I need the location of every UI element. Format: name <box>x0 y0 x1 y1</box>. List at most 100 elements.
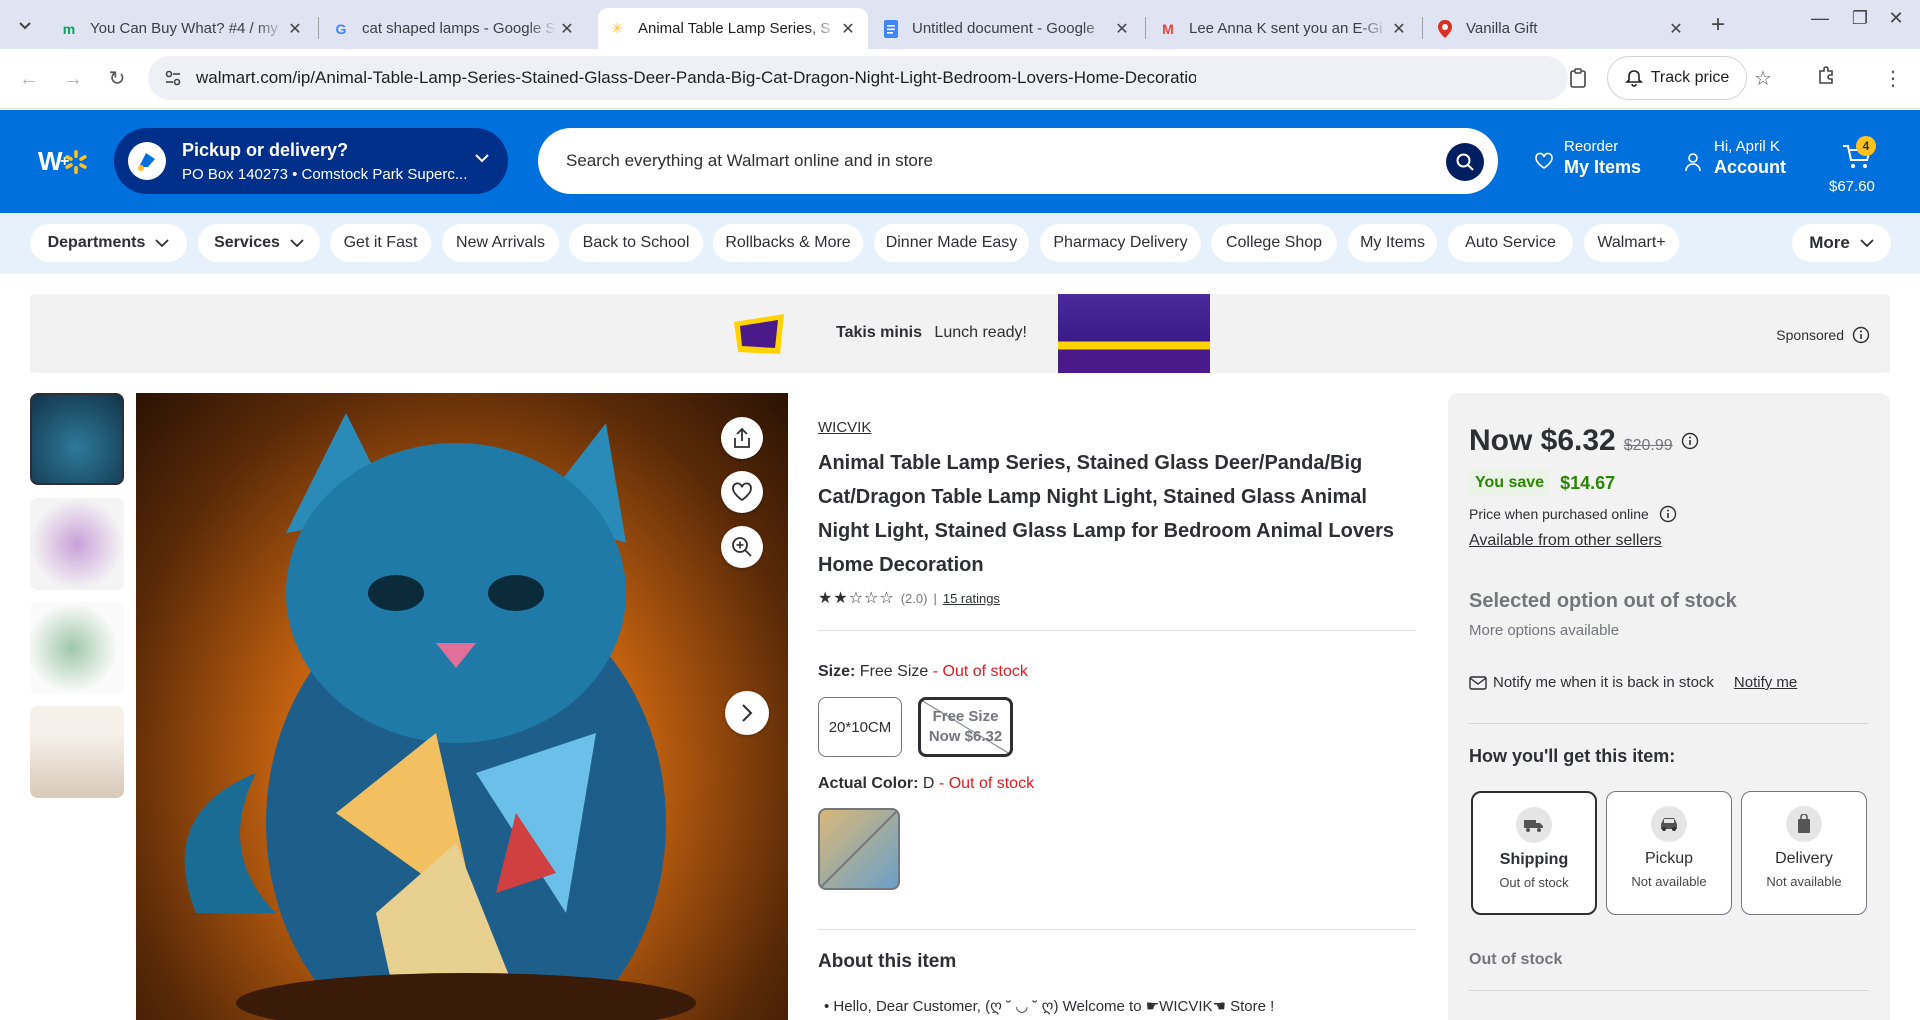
pickup-delivery-selector[interactable]: Pickup or delivery? PO Box 140273 • Coms… <box>114 128 508 194</box>
greeting-label: Hi, April K <box>1714 138 1780 155</box>
cart-button[interactable]: 4 $67.60 <box>1825 130 1895 202</box>
back-button[interactable]: ← <box>14 65 44 95</box>
chevron-down-icon <box>290 239 304 248</box>
info-icon[interactable] <box>1681 432 1699 450</box>
fulfillment-shipping[interactable]: Shipping Out of stock <box>1471 791 1597 915</box>
nav-back-to-school[interactable]: Back to School <box>569 224 703 262</box>
close-icon[interactable]: ✕ <box>1389 19 1409 39</box>
size-option-20x10cm[interactable]: 20*10CM <box>818 697 902 757</box>
reload-button[interactable]: ↻ <box>102 65 132 95</box>
track-price-button[interactable]: Track price <box>1607 56 1747 100</box>
color-status: Out of stock <box>948 775 1035 792</box>
info-icon[interactable] <box>1659 505 1677 523</box>
you-save-badge: You save <box>1469 470 1551 496</box>
nav-walmart-plus[interactable]: Walmart+ <box>1584 224 1679 262</box>
zoom-button[interactable] <box>721 526 763 568</box>
tab-search-button[interactable] <box>12 12 38 38</box>
shipping-truck-icon <box>1516 807 1552 843</box>
account-link[interactable]: Hi, April K Account <box>1684 138 1786 178</box>
departments-dropdown[interactable]: Departments <box>30 224 187 262</box>
bell-icon <box>1624 70 1643 87</box>
about-bullet: • Hello, Dear Customer, (ღ ˘ ◡ ˘ ღ) Welc… <box>824 998 1275 1015</box>
forward-button[interactable]: → <box>58 65 88 95</box>
thumbnail-3[interactable] <box>30 602 124 694</box>
services-dropdown[interactable]: Services <box>198 224 320 262</box>
url-text[interactable]: walmart.com/ip/Animal-Table-Lamp-Series-… <box>196 68 1196 88</box>
tab-1[interactable]: m You Can Buy What? #4 / my ✕ <box>50 8 315 49</box>
clipboard-icon[interactable] <box>1570 68 1586 88</box>
fulfillment-name: Shipping <box>1499 851 1569 868</box>
favorite-button[interactable] <box>721 471 763 513</box>
tab-3-active[interactable]: ✳ Animal Table Lamp Series, S ✕ <box>598 8 868 49</box>
chevron-down-icon <box>19 21 31 29</box>
cart-total: $67.60 <box>1829 178 1875 195</box>
nav-auto-service[interactable]: Auto Service <box>1448 224 1573 262</box>
delivery-bag-icon <box>1786 806 1822 842</box>
tab-5[interactable]: M Lee Anna K sent you an E-Gi ✕ <box>1149 8 1419 49</box>
nav-my-items[interactable]: My Items <box>1348 224 1437 262</box>
fulfillment-delivery[interactable]: Delivery Not available <box>1741 791 1867 915</box>
thumbnail-4[interactable] <box>30 706 124 798</box>
brand-link[interactable]: WICVIK <box>818 419 871 436</box>
more-dropdown[interactable]: More <box>1792 224 1891 262</box>
extensions-icon[interactable] <box>1812 65 1842 95</box>
tab-6[interactable]: Vanilla Gift ✕ <box>1426 8 1696 49</box>
other-sellers-link[interactable]: Available from other sellers <box>1469 532 1662 550</box>
sponsored-banner[interactable]: Takis minis Lunch ready! Sponsored <box>30 294 1890 373</box>
chevron-down-icon <box>155 239 170 248</box>
close-icon[interactable]: ✕ <box>1112 19 1132 39</box>
tab-title: Lee Anna K sent you an E-Gi <box>1189 20 1383 37</box>
restore-button[interactable]: ❐ <box>1840 8 1880 29</box>
thumbnail-1[interactable] <box>30 393 124 485</box>
sponsored-label[interactable]: Sponsored <box>1776 326 1870 344</box>
nav-dinner-made-easy[interactable]: Dinner Made Easy <box>874 224 1029 262</box>
user-icon <box>1685 153 1701 172</box>
tab-title: Vanilla Gift <box>1466 20 1538 37</box>
site-info-icon[interactable] <box>164 69 182 87</box>
tab-title: cat shaped lamps - Google S <box>362 20 556 37</box>
search-input[interactable] <box>566 144 1426 178</box>
more-label: More <box>1809 233 1850 252</box>
nav-get-it-fast[interactable]: Get it Fast <box>330 224 431 262</box>
share-button[interactable] <box>721 417 763 459</box>
nav-college-shop[interactable]: College Shop <box>1211 224 1337 262</box>
track-price-label: Track price <box>1650 69 1730 86</box>
oos-subtitle: More options available <box>1469 622 1620 639</box>
new-tab-button[interactable]: + <box>1703 10 1733 40</box>
close-icon[interactable]: ✕ <box>557 19 577 39</box>
ratings-count-link[interactable]: 15 ratings <box>943 591 1000 606</box>
color-swatch-d[interactable] <box>818 808 900 890</box>
fulfillment-status: Not available <box>1766 874 1842 889</box>
window-close-button[interactable]: ✕ <box>1876 8 1916 29</box>
nav-new-arrivals[interactable]: New Arrivals <box>442 224 559 262</box>
tab-2[interactable]: G cat shaped lamps - Google S ✕ <box>322 8 587 49</box>
sponsored-text: Sponsored <box>1776 327 1844 343</box>
pickup-title: Pickup or delivery? <box>182 140 349 160</box>
nav-pharmacy-delivery[interactable]: Pharmacy Delivery <box>1040 224 1201 262</box>
size-option-label: Free Size <box>932 708 999 725</box>
bookmark-star-icon[interactable]: ☆ <box>1748 65 1778 95</box>
walmart-plus-logo[interactable]: W + <box>38 142 88 182</box>
about-this-item-heading: About this item <box>818 951 957 972</box>
walmart-header: W + Pickup or delivery? PO Box 140273 • … <box>0 110 1920 213</box>
fulfillment-pickup[interactable]: Pickup Not available <box>1606 791 1732 915</box>
color-value: D <box>922 775 935 792</box>
menu-kebab-icon[interactable]: ⋮ <box>1878 65 1908 95</box>
tab-4[interactable]: Untitled document - Google ✕ <box>872 8 1142 49</box>
search-button[interactable] <box>1446 143 1484 181</box>
notify-me-link[interactable]: Notify me <box>1734 674 1797 691</box>
close-icon[interactable]: ✕ <box>838 19 858 39</box>
thumbnail-2[interactable] <box>30 498 124 590</box>
account-label: Account <box>1714 157 1786 177</box>
reorder-my-items-link[interactable]: Reorder My Items <box>1534 138 1641 178</box>
size-option-free-size[interactable]: Free Size Now $6.32 <box>918 697 1013 757</box>
my-items-label: My Items <box>1564 157 1642 177</box>
minimize-button[interactable]: — <box>1800 8 1840 29</box>
close-icon[interactable]: ✕ <box>285 19 305 39</box>
address-bar[interactable]: walmart.com/ip/Animal-Table-Lamp-Series-… <box>148 56 1586 100</box>
nav-rollbacks[interactable]: Rollbacks & More <box>713 224 863 262</box>
savings-row: You save $14.67 <box>1469 470 1615 496</box>
close-icon[interactable]: ✕ <box>1666 19 1686 39</box>
docs-icon <box>882 19 900 38</box>
next-image-button[interactable] <box>725 691 769 735</box>
